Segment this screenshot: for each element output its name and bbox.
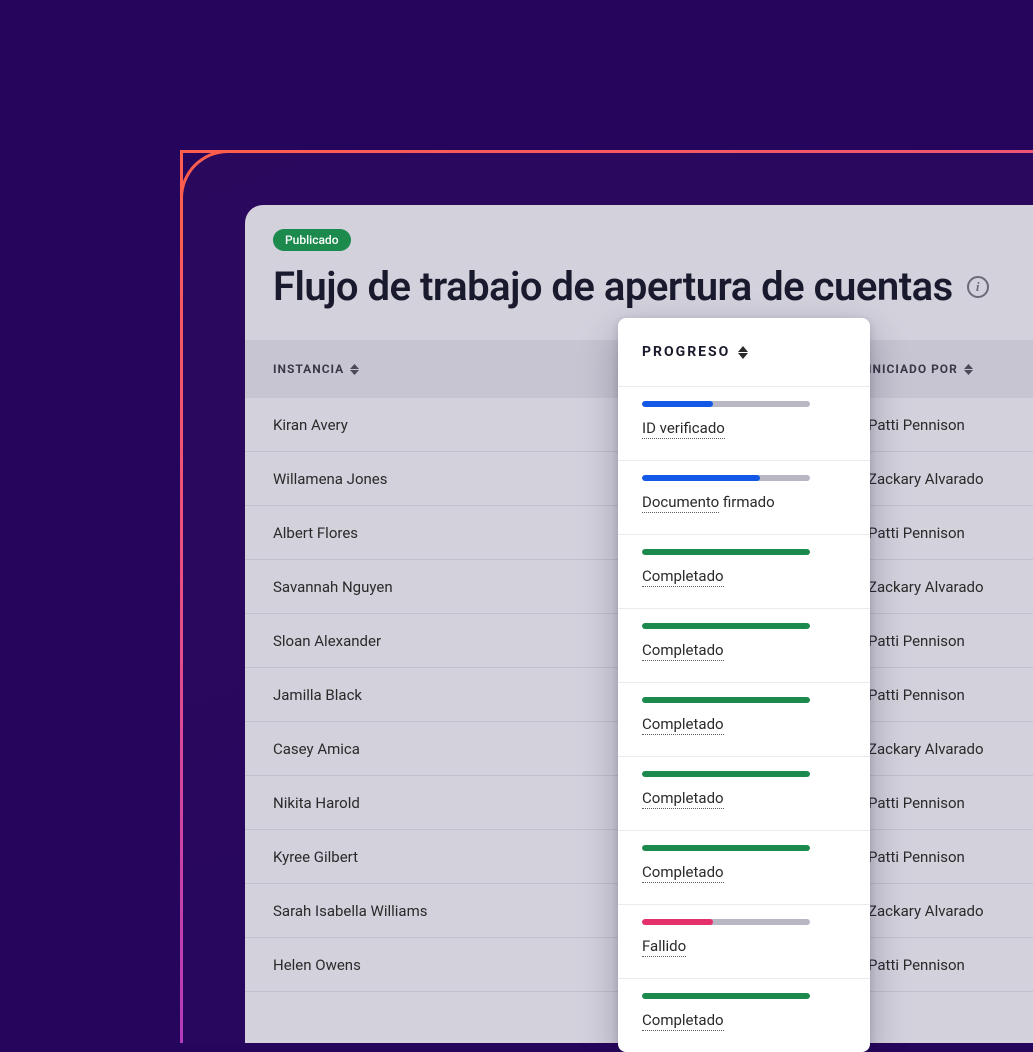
- cell-initiated-by: Patti Pennison: [868, 686, 1033, 704]
- cell-initiated-by: Patti Pennison: [868, 416, 1033, 434]
- column-header-instance[interactable]: INSTANCIA: [273, 362, 613, 376]
- column-header-label: PROGRESO: [642, 344, 730, 360]
- cell-instance: Helen Owens: [273, 956, 613, 974]
- progress-status-label[interactable]: Completado: [642, 863, 846, 881]
- progress-column-popover: PROGRESO ID verificado Documento firmado C…: [618, 318, 870, 1052]
- page-title: Flujo de trabajo de apertura de cuentas: [273, 263, 953, 310]
- cell-initiated-by: Patti Pennison: [868, 956, 1033, 974]
- sort-icon: [738, 346, 748, 359]
- column-header-label: INSTANCIA: [273, 362, 344, 376]
- sort-icon: [350, 364, 359, 375]
- progress-status-label[interactable]: Documento firmado: [642, 493, 846, 511]
- progress-status-label[interactable]: Fallido: [642, 937, 846, 955]
- progress-bar: [642, 401, 810, 407]
- cell-instance: Sloan Alexander: [273, 632, 613, 650]
- cell-instance: Willamena Jones: [273, 470, 613, 488]
- progress-cell: Completado: [618, 830, 870, 904]
- progress-bar: [642, 993, 810, 999]
- progress-status-label[interactable]: Completado: [642, 715, 846, 733]
- progress-bar: [642, 919, 810, 925]
- progress-bar-fill: [642, 475, 760, 481]
- progress-bar-fill: [642, 549, 810, 555]
- cell-initiated-by: Patti Pennison: [868, 848, 1033, 866]
- progress-status-label[interactable]: ID verificado: [642, 419, 846, 437]
- info-icon[interactable]: i: [967, 276, 989, 298]
- progress-bar-fill: [642, 993, 810, 999]
- cell-initiated-by: Patti Pennison: [868, 794, 1033, 812]
- column-header-initiated[interactable]: INICIADO POR: [868, 362, 1033, 376]
- progress-bar: [642, 475, 810, 481]
- progress-bar: [642, 549, 810, 555]
- sort-icon: [964, 364, 973, 375]
- progress-status-label[interactable]: Completado: [642, 789, 846, 807]
- cell-instance: Nikita Harold: [273, 794, 613, 812]
- progress-bar-fill: [642, 771, 810, 777]
- column-header-progress[interactable]: PROGRESO: [618, 318, 870, 386]
- cell-instance: Jamilla Black: [273, 686, 613, 704]
- progress-status-label[interactable]: Completado: [642, 567, 846, 585]
- cell-instance: Casey Amica: [273, 740, 613, 758]
- progress-cell: ID verificado: [618, 386, 870, 460]
- progress-status-label[interactable]: Completado: [642, 641, 846, 659]
- progress-bar-fill: [642, 401, 713, 407]
- progress-bar: [642, 697, 810, 703]
- cell-initiated-by: Patti Pennison: [868, 632, 1033, 650]
- progress-bar: [642, 771, 810, 777]
- progress-bar-fill: [642, 623, 810, 629]
- progress-cell: Completado: [618, 756, 870, 830]
- progress-cell: Completado: [618, 682, 870, 756]
- progress-bar-fill: [642, 845, 810, 851]
- progress-bar-fill: [642, 697, 810, 703]
- progress-cell: Documento firmado: [618, 460, 870, 534]
- progress-cell: Completado: [618, 534, 870, 608]
- progress-bar: [642, 623, 810, 629]
- progress-status-label[interactable]: Completado: [642, 1011, 846, 1029]
- cell-instance: Kiran Avery: [273, 416, 613, 434]
- cell-instance: Savannah Nguyen: [273, 578, 613, 596]
- cell-instance: Kyree Gilbert: [273, 848, 613, 866]
- cell-initiated-by: Zackary Alvarado: [868, 902, 1033, 920]
- cell-initiated-by: Zackary Alvarado: [868, 470, 1033, 488]
- column-header-label: INICIADO POR: [868, 362, 958, 376]
- progress-bar-fill: [642, 919, 713, 925]
- status-badge: Publicado: [273, 229, 351, 251]
- progress-cell: Completado: [618, 978, 870, 1052]
- cell-instance: Sarah Isabella Williams: [273, 902, 613, 920]
- progress-cell: Fallido: [618, 904, 870, 978]
- progress-bar: [642, 845, 810, 851]
- cell-initiated-by: Zackary Alvarado: [868, 740, 1033, 758]
- cell-initiated-by: Patti Pennison: [868, 524, 1033, 542]
- progress-cell: Completado: [618, 608, 870, 682]
- cell-initiated-by: Zackary Alvarado: [868, 578, 1033, 596]
- cell-instance: Albert Flores: [273, 524, 613, 542]
